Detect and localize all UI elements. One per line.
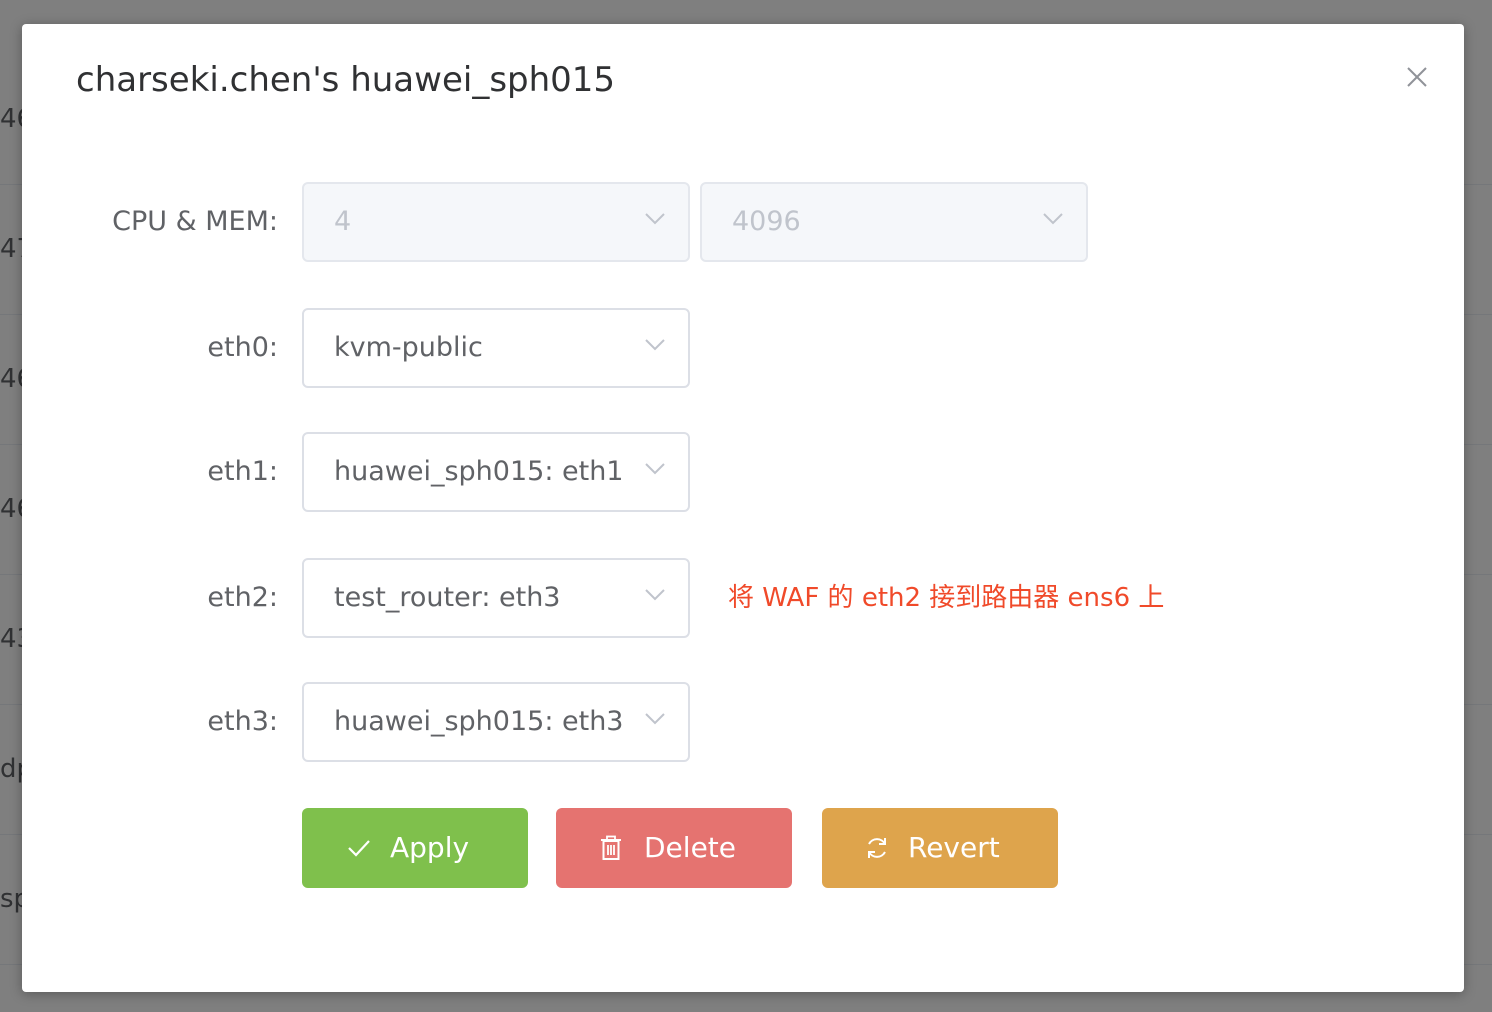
dialog-title: charseki.chen's huawei_sph015 xyxy=(76,60,616,100)
cpu-select-value: 4 xyxy=(334,206,352,237)
form-row-eth3: eth3: huawei_sph015: eth3 xyxy=(22,682,1464,762)
form-row-eth2: eth2: test_router: eth3 将 WAF 的 eth2 接到路… xyxy=(22,558,1464,638)
eth0-select-value: kvm-public xyxy=(334,332,483,363)
eth3-select-value: huawei_sph015: eth3 xyxy=(334,706,624,737)
mem-select: 4096 xyxy=(700,182,1088,262)
eth2-select[interactable]: test_router: eth3 xyxy=(302,558,690,638)
vm-config-dialog: charseki.chen's huawei_sph015 CPU & MEM:… xyxy=(22,24,1464,992)
revert-button[interactable]: Revert xyxy=(822,808,1058,888)
chevron-down-icon xyxy=(1043,213,1063,225)
apply-button-label: Apply xyxy=(390,831,470,864)
cpu-select: 4 xyxy=(302,182,690,262)
form-row-eth0: eth0: kvm-public xyxy=(22,308,1464,388)
mem-select-value: 4096 xyxy=(732,206,801,237)
eth2-select-value: test_router: eth3 xyxy=(334,582,561,613)
form-row-cpu-mem: CPU & MEM: 4 4096 xyxy=(22,182,1464,262)
chevron-down-icon xyxy=(645,339,665,351)
cpu-mem-label: CPU & MEM: xyxy=(112,206,278,237)
chevron-down-icon xyxy=(645,463,665,475)
eth0-label: eth0: xyxy=(207,332,278,363)
trash-icon xyxy=(601,835,621,860)
eth2-note: 将 WAF 的 eth2 接到路由器 ens6 上 xyxy=(728,583,1165,613)
eth3-label: eth3: xyxy=(207,706,278,737)
eth2-label: eth2: xyxy=(207,582,278,613)
chevron-down-icon xyxy=(645,589,665,601)
revert-button-label: Revert xyxy=(908,831,1000,864)
eth3-select[interactable]: huawei_sph015: eth3 xyxy=(302,682,690,762)
form-row-eth1: eth1: huawei_sph015: eth1 xyxy=(22,432,1464,512)
chevron-down-icon xyxy=(645,713,665,725)
chevron-down-icon xyxy=(645,213,665,225)
eth1-select[interactable]: huawei_sph015: eth1 xyxy=(302,432,690,512)
eth0-select[interactable]: kvm-public xyxy=(302,308,690,388)
eth1-select-value: huawei_sph015: eth1 xyxy=(334,456,624,487)
refresh-icon xyxy=(868,838,886,858)
eth1-label: eth1: xyxy=(207,456,278,487)
close-icon[interactable] xyxy=(1402,62,1432,92)
apply-button[interactable]: Apply xyxy=(302,808,528,888)
delete-button[interactable]: Delete xyxy=(556,808,792,888)
delete-button-label: Delete xyxy=(644,831,736,864)
check-icon xyxy=(348,840,370,857)
